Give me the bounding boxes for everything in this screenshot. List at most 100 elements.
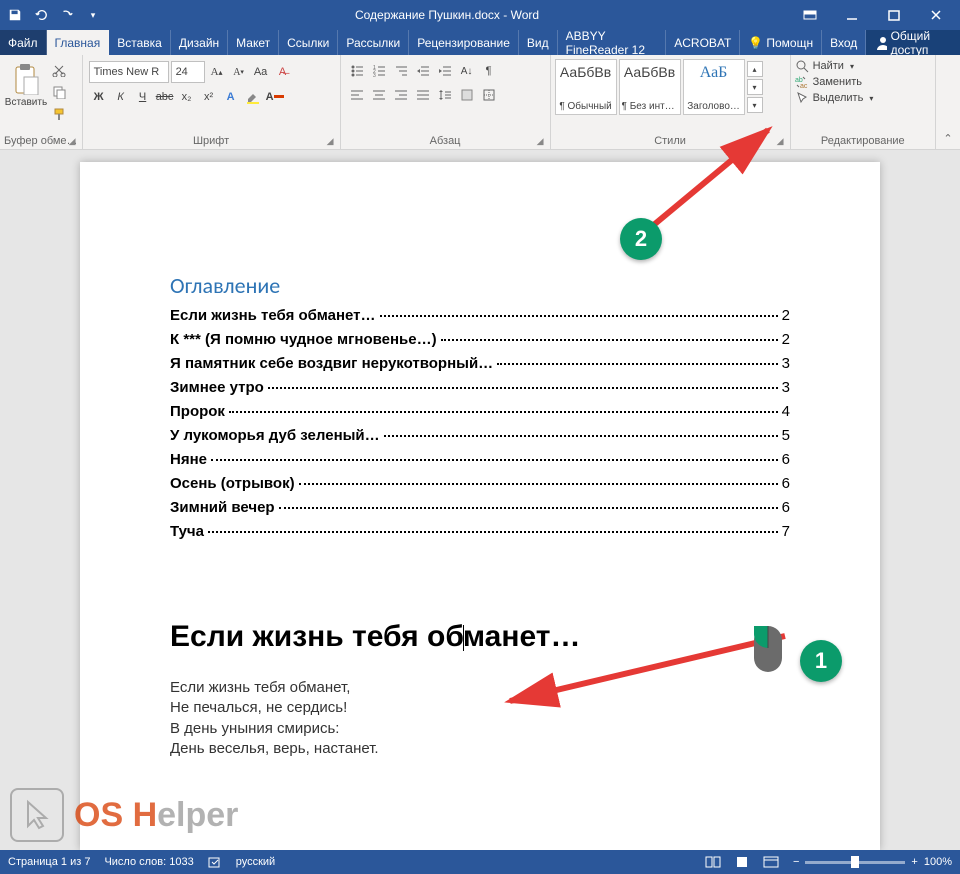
- tab-help[interactable]: 💡Помощн: [740, 30, 822, 55]
- status-words[interactable]: Число слов: 1033: [104, 856, 193, 868]
- arrow-2: [640, 120, 780, 235]
- tab-view[interactable]: Вид: [519, 30, 558, 55]
- redo-icon[interactable]: [56, 4, 78, 26]
- align-center-icon[interactable]: [369, 85, 389, 105]
- toc-title[interactable]: Оглавление: [170, 272, 790, 299]
- bullets-icon[interactable]: [347, 61, 367, 81]
- tab-layout[interactable]: Макет: [228, 30, 279, 55]
- underline-button[interactable]: Ч: [133, 87, 153, 107]
- dialog-launcher-icon[interactable]: ◢: [537, 136, 544, 147]
- style-heading[interactable]: АаБ Заголово…: [683, 59, 745, 115]
- undo-icon[interactable]: [30, 4, 52, 26]
- format-painter-icon[interactable]: [50, 105, 68, 123]
- toc-leader: [497, 363, 777, 365]
- justify-icon[interactable]: [413, 85, 433, 105]
- zoom-value[interactable]: 100%: [924, 856, 952, 868]
- tab-mailings[interactable]: Рассылки: [338, 30, 409, 55]
- toc-line[interactable]: Пророк4: [170, 403, 790, 420]
- read-mode-icon[interactable]: [705, 856, 721, 868]
- collapse-ribbon-icon[interactable]: ⌃: [936, 55, 960, 149]
- tab-login[interactable]: Вход: [822, 30, 866, 55]
- find-button[interactable]: Найти▾: [795, 59, 874, 73]
- bold-button[interactable]: Ж: [89, 87, 109, 107]
- change-case-icon[interactable]: Aa: [251, 62, 271, 82]
- share-button[interactable]: Общий доступ: [866, 30, 960, 55]
- tab-references[interactable]: Ссылки: [279, 30, 338, 55]
- tab-review[interactable]: Рецензирование: [409, 30, 519, 55]
- titlebar: ▾ Содержание Пушкин.docx - Word: [0, 0, 960, 30]
- toc-text: Няне: [170, 451, 207, 468]
- style-normal[interactable]: АаБбВв ¶ Обычный: [555, 59, 617, 115]
- status-language[interactable]: русский: [236, 856, 275, 868]
- toc-line[interactable]: Если жизнь тебя обманет…2: [170, 307, 790, 324]
- web-layout-icon[interactable]: [763, 856, 779, 868]
- toc-leader: [441, 339, 778, 341]
- close-icon[interactable]: [916, 0, 956, 30]
- clear-format-icon[interactable]: A̶: [273, 62, 293, 82]
- minimize-icon[interactable]: [832, 0, 872, 30]
- tab-file[interactable]: Файл: [0, 30, 47, 55]
- document-area[interactable]: Оглавление Если жизнь тебя обманет…2 К **…: [0, 150, 960, 850]
- styles-up-icon[interactable]: ▴: [747, 61, 763, 77]
- superscript-button[interactable]: x²: [199, 87, 219, 107]
- zoom-out-icon[interactable]: −: [793, 856, 799, 868]
- toc-line[interactable]: Зимнее утро3: [170, 379, 790, 396]
- highlight-icon[interactable]: [243, 87, 263, 107]
- watermark: OS Helper: [10, 788, 238, 842]
- search-icon: [795, 59, 809, 73]
- select-button[interactable]: Выделить▾: [795, 91, 874, 105]
- subscript-button[interactable]: x₂: [177, 87, 197, 107]
- tab-insert[interactable]: Вставка: [109, 30, 171, 55]
- increase-indent-icon[interactable]: [435, 61, 455, 81]
- styles-down-icon[interactable]: ▾: [747, 79, 763, 95]
- show-marks-icon[interactable]: ¶: [479, 61, 499, 81]
- font-color-icon[interactable]: A: [265, 87, 285, 107]
- toc-line[interactable]: Зимний вечер6: [170, 499, 790, 516]
- maximize-icon[interactable]: [874, 0, 914, 30]
- dialog-launcher-icon[interactable]: ◢: [69, 136, 76, 147]
- zoom-in-icon[interactable]: +: [911, 856, 917, 868]
- line-spacing-icon[interactable]: [435, 85, 455, 105]
- grow-font-icon[interactable]: A▴: [207, 62, 227, 82]
- toc-text: Если жизнь тебя обманет…: [170, 307, 376, 324]
- replace-button[interactable]: abacЗаменить: [795, 75, 874, 89]
- align-right-icon[interactable]: [391, 85, 411, 105]
- zoom-slider[interactable]: [805, 861, 905, 864]
- proofing-icon[interactable]: [208, 855, 222, 869]
- align-left-icon[interactable]: [347, 85, 367, 105]
- strike-button[interactable]: abc: [155, 87, 175, 107]
- toc-line[interactable]: Няне6: [170, 451, 790, 468]
- styles-more-icon[interactable]: ▾: [747, 97, 763, 113]
- toc-line[interactable]: Туча7: [170, 523, 790, 540]
- status-page[interactable]: Страница 1 из 7: [8, 856, 90, 868]
- italic-button[interactable]: К: [111, 87, 131, 107]
- sort-icon[interactable]: A↓: [457, 61, 477, 81]
- font-size-input[interactable]: 24: [171, 61, 205, 83]
- paste-button[interactable]: Вставить: [4, 57, 48, 108]
- tab-abbyy[interactable]: ABBYY FineReader 12: [558, 30, 667, 55]
- toc-line[interactable]: К *** (Я помню чудное мгновенье…)2: [170, 331, 790, 348]
- tab-acrobat[interactable]: ACROBAT: [666, 30, 740, 55]
- tab-design[interactable]: Дизайн: [171, 30, 228, 55]
- borders-icon[interactable]: [479, 85, 499, 105]
- text-effects-icon[interactable]: A: [221, 87, 241, 107]
- tab-home[interactable]: Главная: [47, 30, 110, 55]
- font-name-input[interactable]: Times New R: [89, 61, 169, 83]
- copy-icon[interactable]: [50, 83, 68, 101]
- qat-more-icon[interactable]: ▾: [82, 4, 104, 26]
- style-no-spacing[interactable]: АаБбВв ¶ Без инте…: [619, 59, 681, 115]
- numbering-icon[interactable]: 123: [369, 61, 389, 81]
- shrink-font-icon[interactable]: A▾: [229, 62, 249, 82]
- save-icon[interactable]: [4, 4, 26, 26]
- cut-icon[interactable]: [50, 61, 68, 79]
- multilevel-icon[interactable]: [391, 61, 411, 81]
- toc-line[interactable]: У лукоморья дуб зеленый…5: [170, 427, 790, 444]
- dialog-launcher-icon[interactable]: ◢: [327, 136, 334, 147]
- decrease-indent-icon[interactable]: [413, 61, 433, 81]
- shading-icon[interactable]: [457, 85, 477, 105]
- clipboard-icon: [12, 63, 40, 95]
- toc-line[interactable]: Я памятник себе воздвиг нерукотворный…3: [170, 355, 790, 372]
- print-layout-icon[interactable]: [735, 856, 749, 868]
- ribbon-display-icon[interactable]: [790, 0, 830, 30]
- toc-line[interactable]: Осень (отрывок)6: [170, 475, 790, 492]
